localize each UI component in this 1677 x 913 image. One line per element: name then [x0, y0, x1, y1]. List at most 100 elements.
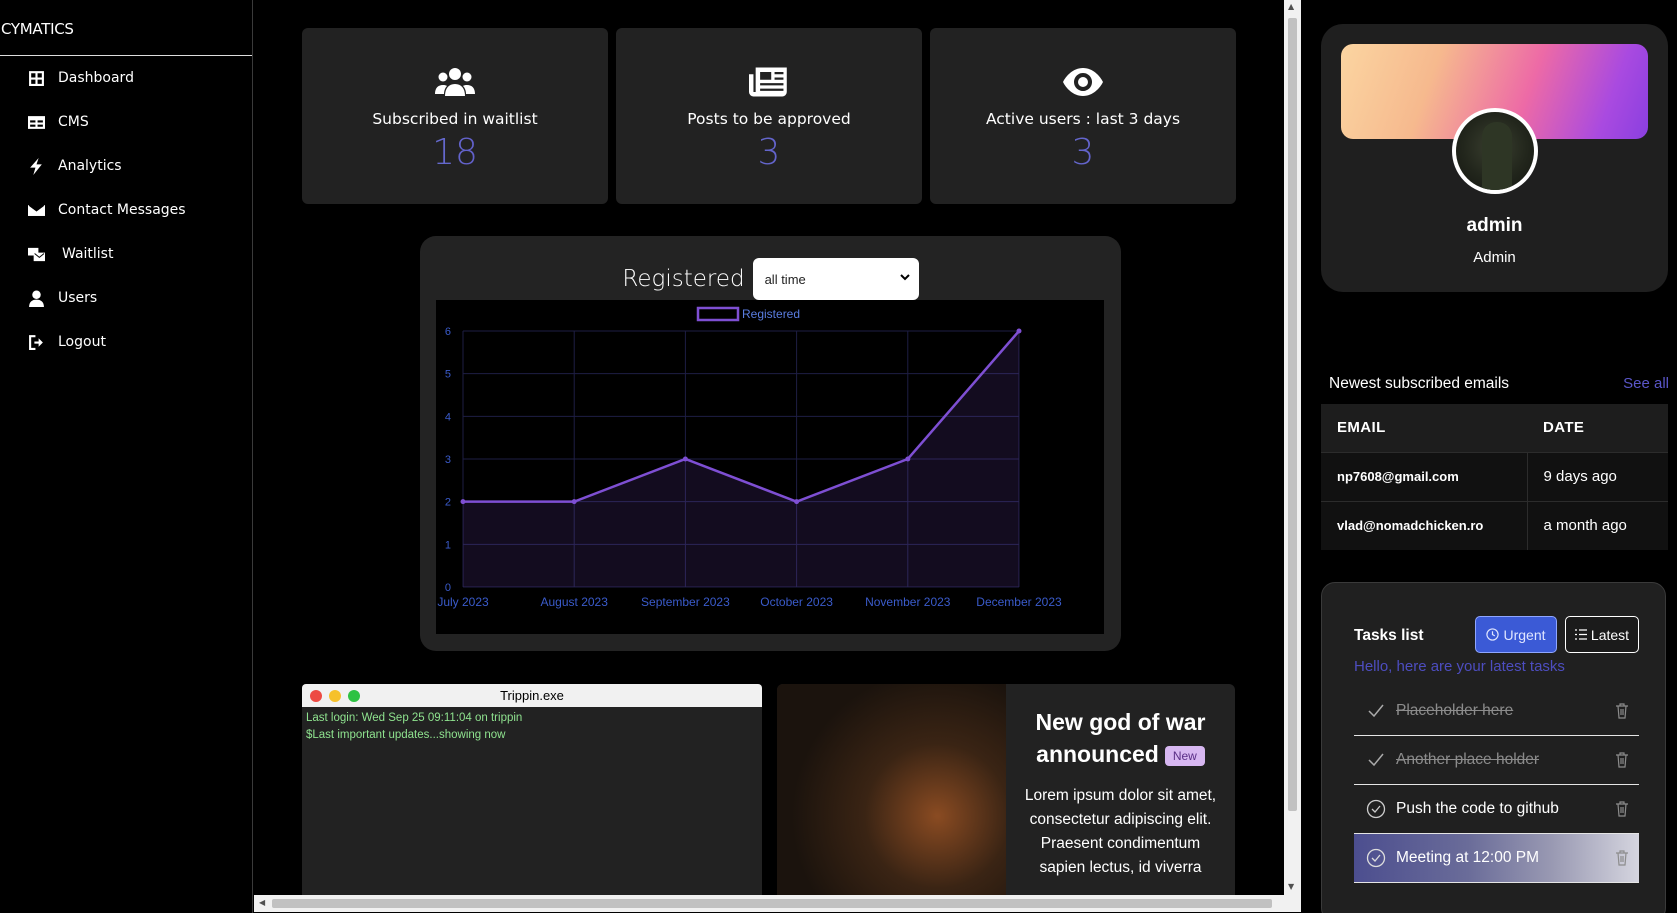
- task-label: Meeting at 12:00 PM: [1396, 849, 1540, 866]
- y-tick-label: 0: [445, 582, 451, 594]
- sidebar-item-users[interactable]: Users: [0, 276, 252, 320]
- trash-icon[interactable]: [1615, 703, 1629, 719]
- horizontal-scrollbar[interactable]: ◀: [254, 895, 1301, 912]
- terminal-line: $Last important updates...showing now: [306, 729, 506, 741]
- sidebar: CYMATICS Dashboard CMS Analytics Contact…: [0, 0, 253, 913]
- task-item-active[interactable]: Meeting at 12:00 PM: [1354, 834, 1639, 883]
- see-all-link[interactable]: See all: [1623, 375, 1669, 392]
- circle-check-icon[interactable]: [1366, 848, 1386, 868]
- circle-check-icon[interactable]: [1366, 799, 1386, 819]
- column-header-date: DATE: [1527, 404, 1668, 452]
- trash-icon[interactable]: [1615, 752, 1629, 768]
- sidebar-item-waitlist[interactable]: Waitlist: [0, 232, 252, 276]
- sidebar-item-label: Waitlist: [62, 246, 114, 262]
- data-point: [1016, 328, 1022, 334]
- x-tick-label: December 2023: [976, 595, 1062, 609]
- scroll-up-icon[interactable]: ▲: [1288, 2, 1294, 11]
- x-tick-label: July 2023: [437, 595, 489, 609]
- chart-area: 0 1 2 3 4 5 6 July 2023 August 2023 September 202…: [436, 300, 1104, 634]
- email-cell: vlad@nomadchicken.ro: [1321, 500, 1528, 550]
- scroll-down-icon[interactable]: ▼: [1288, 882, 1294, 891]
- stat-card-waitlist: Subscribed in waitlist 18: [302, 28, 608, 204]
- column-header-email: EMAIL: [1321, 404, 1527, 452]
- terminal-title: Trippin.exe: [500, 688, 564, 703]
- tasks-subtitle: Hello, here are your latest tasks: [1354, 658, 1565, 675]
- latest-button[interactable]: Latest: [1565, 616, 1639, 653]
- profile-role: Admin: [1473, 249, 1516, 266]
- period-select-wrapper: all time: [752, 258, 919, 300]
- table-row: vlad@nomadchicken.ro a month ago: [1321, 500, 1668, 550]
- y-tick-label: 3: [445, 454, 451, 466]
- chart-header: Registered all time: [420, 258, 1121, 300]
- sidebar-item-label: Users: [58, 290, 98, 306]
- clock-icon: [1486, 628, 1500, 641]
- emails-table: EMAIL DATE np7608@gmail.com 9 days ago v…: [1321, 404, 1668, 550]
- list-icon: [1574, 629, 1587, 640]
- news-image: [777, 684, 1006, 895]
- envelope-icon: [28, 202, 58, 219]
- table-icon: [28, 114, 58, 131]
- vertical-scrollbar[interactable]: ▲ ▼: [1284, 0, 1301, 895]
- stat-label: Posts to be approved: [687, 110, 851, 128]
- data-point: [460, 499, 466, 505]
- avatar-photo: [1482, 122, 1512, 190]
- scroll-left-icon[interactable]: ◀: [259, 898, 265, 907]
- task-item[interactable]: Placeholder here: [1354, 687, 1639, 736]
- emails-heading: Newest subscribed emails: [1329, 375, 1510, 392]
- x-tick-label: August 2023: [541, 595, 609, 609]
- checkmark-icon[interactable]: [1366, 750, 1386, 770]
- tasks-card: Tasks list Urgent Latest Hello, here are…: [1321, 582, 1666, 913]
- task-item[interactable]: Push the code to github: [1354, 785, 1639, 834]
- stat-value: 3: [616, 132, 922, 173]
- table-row: np7608@gmail.com 9 days ago: [1321, 451, 1668, 501]
- sidebar-item-logout[interactable]: Logout: [0, 320, 252, 364]
- sidebar-item-label: CMS: [58, 114, 89, 130]
- data-point: [794, 499, 800, 505]
- registered-chart-card: Registered all time 0 1 2 3 4 5 6 July 2023 Augu…: [420, 236, 1121, 651]
- y-tick-label: 1: [445, 539, 451, 551]
- scrollbar-thumb[interactable]: [272, 899, 1272, 908]
- date-cell: 9 days ago: [1527, 451, 1668, 501]
- mail-list-icon: [28, 246, 58, 263]
- users-icon: [435, 68, 475, 96]
- task-label: Placeholder here: [1396, 702, 1514, 719]
- latest-label: Latest: [1590, 626, 1630, 643]
- scrollbar-thumb[interactable]: [1288, 18, 1297, 811]
- terminal-window: Trippin.exe Last login: Wed Sep 25 09:11…: [302, 684, 762, 895]
- date-cell: a month ago: [1527, 500, 1668, 550]
- news-card[interactable]: New god of war announced New Lorem ipsum …: [777, 684, 1235, 895]
- sidebar-item-contact-messages[interactable]: Contact Messages: [0, 188, 252, 232]
- stat-value: 3: [930, 132, 1236, 173]
- tasks-title: Tasks list: [1354, 627, 1424, 644]
- new-badge: New: [1164, 745, 1205, 766]
- bolt-icon: [28, 157, 58, 175]
- sidebar-item-label: Logout: [58, 334, 106, 350]
- trash-icon[interactable]: [1615, 850, 1629, 866]
- avatar[interactable]: [1452, 108, 1538, 194]
- user-icon: [28, 290, 58, 307]
- period-select[interactable]: all time: [752, 258, 919, 300]
- task-item[interactable]: Another place holder: [1354, 736, 1639, 785]
- legend-swatch: [696, 306, 740, 322]
- y-tick-label: 6: [445, 326, 451, 338]
- sidebar-item-cms[interactable]: CMS: [0, 100, 252, 144]
- task-label: Push the code to github: [1396, 800, 1559, 817]
- sidebar-item-label: Contact Messages: [58, 202, 186, 218]
- newspaper-icon: [749, 67, 787, 97]
- sidebar-item-dashboard[interactable]: Dashboard: [0, 56, 252, 100]
- news-text: Lorem ipsum dolor sit amet, consectetur …: [1024, 787, 1217, 876]
- y-tick-label: 4: [445, 411, 451, 423]
- y-tick-label: 5: [445, 369, 451, 381]
- stat-label: Active users : last 3 days: [985, 110, 1181, 128]
- sidebar-item-analytics[interactable]: Analytics: [0, 144, 252, 188]
- trash-icon[interactable]: [1615, 801, 1629, 817]
- news-title: New god of war announced New: [1006, 706, 1235, 770]
- x-tick-label: September 2023: [641, 595, 730, 609]
- eye-icon: [1063, 68, 1103, 96]
- main-content: Subscribed in waitlist 18 Posts to be ap…: [254, 0, 1284, 895]
- task-label: Another place holder: [1396, 751, 1540, 768]
- y-tick-label: 2: [445, 497, 451, 509]
- checkmark-icon[interactable]: [1366, 701, 1386, 721]
- data-point: [682, 456, 688, 462]
- urgent-button[interactable]: Urgent: [1475, 616, 1557, 653]
